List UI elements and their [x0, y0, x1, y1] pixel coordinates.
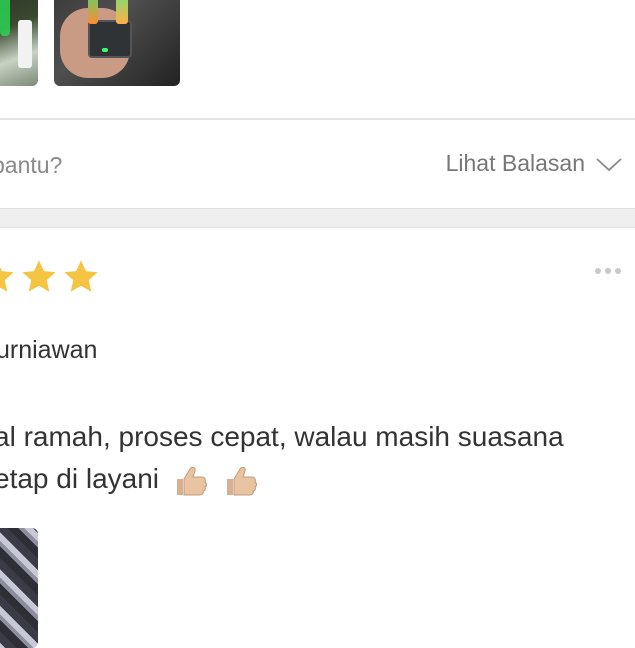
more-options-icon[interactable] — [595, 268, 621, 274]
rating-stars — [0, 258, 100, 296]
review-line-2: etap di layani — [0, 458, 634, 500]
more-dot — [605, 268, 611, 274]
photo-detail — [0, 0, 10, 36]
photo-detail — [102, 48, 108, 52]
view-replies-label: Lihat Balasan — [445, 150, 585, 176]
review-body: al ramah, proses cepat, walau masih suas… — [0, 416, 634, 500]
chevron-down-icon — [596, 157, 622, 171]
review-photo-1[interactable] — [0, 0, 38, 86]
more-dot — [615, 268, 621, 274]
review-photo-2[interactable] — [54, 0, 180, 86]
star-icon — [64, 260, 98, 292]
view-replies-button[interactable]: Lihat Balasan — [446, 150, 623, 177]
section-separator — [0, 208, 635, 228]
helpful-row: bantu? Lihat Balasan — [0, 120, 635, 208]
review-line-2-text: etap di layani — [0, 463, 160, 494]
photo-detail — [88, 0, 98, 24]
more-dot — [595, 268, 601, 274]
photo-detail — [116, 0, 128, 24]
star-icon — [22, 260, 56, 292]
photo-detail — [18, 20, 32, 68]
review-line-1: al ramah, proses cepat, walau masih suas… — [0, 421, 564, 452]
thumbs-up-icon — [226, 466, 257, 496]
reviewer-name: urniawan — [0, 336, 98, 364]
star-icon — [0, 266, 14, 292]
photo-detail — [88, 20, 132, 58]
thumbs-up-icon — [176, 466, 207, 496]
helpful-prompt[interactable]: bantu? — [0, 152, 62, 179]
review-photo-3[interactable] — [0, 528, 38, 648]
